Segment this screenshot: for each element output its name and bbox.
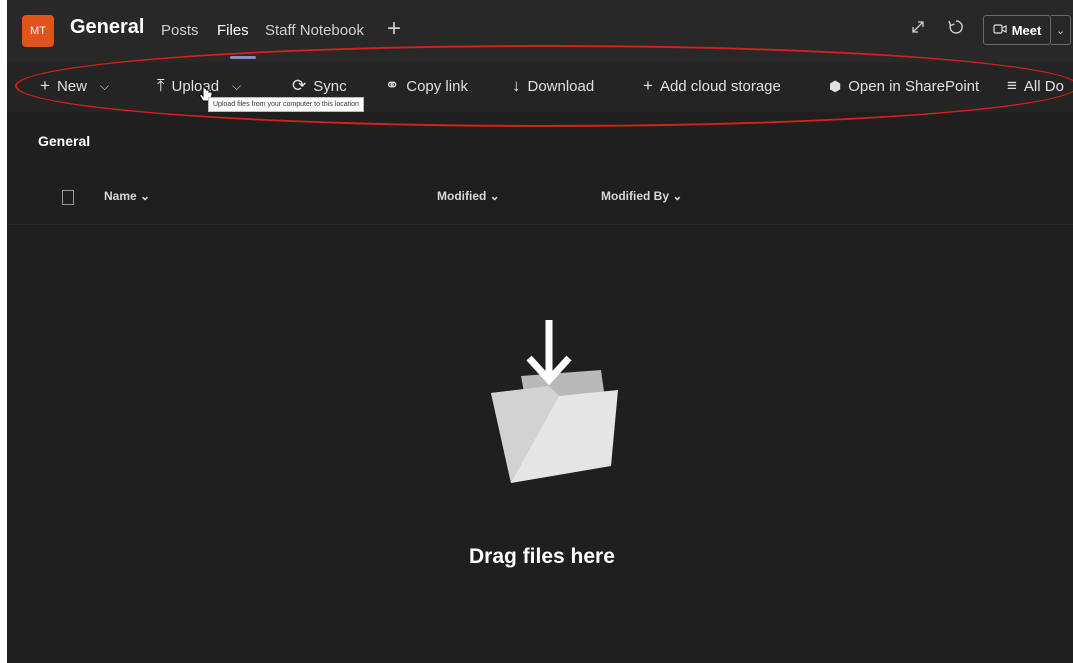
chevron-down-icon: ⌄ [1055, 24, 1066, 37]
sync-button[interactable]: ⟳ Sync [292, 75, 347, 97]
download-button[interactable]: ↓ Download [512, 75, 594, 97]
copy-link-label: Copy link [406, 77, 468, 95]
expand-icon[interactable] [909, 18, 927, 41]
open-in-sharepoint-button[interactable]: ⬢ Open in SharePoint [829, 75, 979, 97]
meet-button[interactable]: Meet [983, 15, 1051, 45]
plus-icon: + [40, 76, 50, 95]
upload-icon: ⤒ [157, 76, 165, 95]
column-header-modified[interactable]: Modified ⌄ [437, 189, 500, 203]
add-cloud-storage-button[interactable]: + Add cloud storage [643, 75, 781, 97]
chevron-down-icon: ⌄ [140, 189, 151, 203]
tab-posts[interactable]: Posts [161, 22, 199, 39]
tab-staff-notebook[interactable]: Staff Notebook [265, 22, 364, 39]
plus-icon: + [643, 76, 653, 95]
view-options-icon: ≡ [1007, 76, 1017, 95]
link-icon: ⚭ [385, 76, 400, 95]
open-in-sharepoint-label: Open in SharePoint [848, 77, 980, 95]
teams-files-window: MT General Posts Files Staff Notebook + … [7, 0, 1073, 663]
column-header-modified-by[interactable]: Modified By ⌄ [601, 189, 682, 203]
add-cloud-storage-label: Add cloud storage [659, 77, 781, 95]
sharepoint-icon: ⬢ [829, 77, 842, 94]
team-avatar[interactable]: MT [22, 15, 54, 47]
copy-link-button[interactable]: ⚭ Copy link [385, 75, 468, 97]
tab-files[interactable]: Files [217, 22, 249, 39]
empty-state-message: Drag files here [469, 545, 615, 568]
active-tab-indicator [230, 56, 256, 59]
download-label: Download [527, 77, 595, 95]
column-modified-label: Modified [437, 189, 487, 203]
column-modified-by-label: Modified By [601, 189, 669, 203]
chevron-down-icon: ⌄ [489, 189, 500, 203]
meet-dropdown-button[interactable]: ⌄ [1051, 15, 1071, 45]
chevron-down-icon: ⌵ [232, 78, 242, 93]
channel-header: MT General Posts Files Staff Notebook + … [7, 0, 1073, 62]
column-header-name[interactable]: Name ⌄ [104, 189, 150, 203]
meet-label: Meet [1011, 22, 1042, 38]
breadcrumb[interactable]: General [38, 133, 90, 149]
download-icon: ↓ [512, 76, 521, 95]
new-button[interactable]: + New ⌵ [40, 75, 109, 97]
add-tab-button[interactable]: + [387, 15, 401, 43]
video-camera-icon [993, 23, 1007, 38]
sync-icon: ⟳ [292, 76, 307, 95]
chevron-down-icon: ⌵ [99, 78, 110, 93]
refresh-icon[interactable] [947, 18, 965, 41]
column-name-label: Name [104, 189, 137, 203]
channel-title: General [70, 16, 145, 38]
new-label: New [56, 77, 87, 95]
chevron-down-icon: ⌄ [672, 189, 683, 203]
files-command-bar: + New ⌵ ⤒ Upload ⌵ ⟳ Sync ⚭ Copy link ↓ … [7, 62, 1073, 112]
view-options-button[interactable]: ≡ All Do [1007, 75, 1064, 97]
drop-folder-icon [481, 318, 631, 488]
sync-label: Sync [313, 77, 347, 95]
view-options-label: All Do [1023, 77, 1064, 95]
upload-tooltip: Upload files from your computer to this … [208, 97, 364, 112]
file-type-icon [62, 190, 74, 205]
list-divider [7, 224, 1073, 225]
